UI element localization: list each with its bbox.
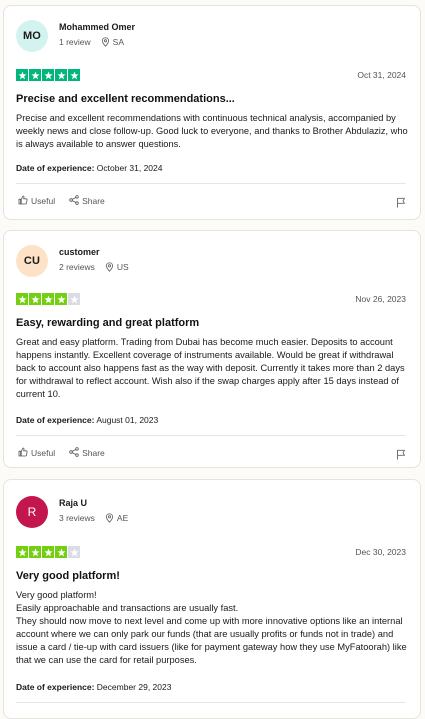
review-body: Very good platform! Easily approachable … [16, 589, 408, 667]
reviews-feed: MO Mohammed Omer 1 review SA Oct 31, 202… [0, 0, 425, 719]
experience-label: Date of experience: [16, 415, 95, 425]
star-icon [68, 69, 80, 81]
star-empty-icon [68, 546, 80, 558]
experience-value: August 01, 2023 [96, 415, 159, 425]
review-date: Oct 31, 2024 [357, 70, 406, 80]
star-icon [29, 69, 41, 81]
avatar[interactable]: MO [16, 20, 48, 52]
star-icon [42, 293, 54, 305]
reviewer-country: AE [116, 513, 129, 523]
experience-label: Date of experience: [16, 163, 95, 173]
review-count: 2 reviews [59, 262, 95, 272]
experience-date: Date of experience: December 29, 2023 [16, 682, 171, 692]
star-icon [16, 69, 28, 81]
review-actions: Useful Share [18, 447, 105, 459]
review-paragraph: Easily approachable and transactions are… [16, 603, 239, 613]
review-date: Dec 30, 2023 [355, 547, 406, 557]
star-icon [55, 69, 67, 81]
divider [16, 183, 406, 184]
star-empty-icon [68, 293, 80, 305]
share-icon [69, 447, 79, 459]
star-icon [16, 546, 28, 558]
review-paragraph: They should now move to next level and c… [16, 616, 407, 665]
avatar[interactable]: CU [16, 245, 48, 277]
location-pin-icon [101, 37, 110, 47]
review-paragraph: Great and easy platform. Trading from Du… [16, 337, 405, 399]
location-pin-icon [105, 262, 114, 272]
experience-date: Date of experience: August 01, 2023 [16, 415, 158, 425]
review-paragraph: Very good platform! [16, 590, 97, 600]
star-icon [29, 293, 41, 305]
share-button[interactable]: Share [69, 447, 105, 459]
thumbs-up-icon [18, 447, 28, 459]
reviewer-name[interactable]: Mohammed Omer [59, 22, 135, 32]
review-card: MO Mohammed Omer 1 review SA Oct 31, 202… [3, 5, 421, 220]
star-rating [16, 69, 80, 81]
review-paragraph: Precise and excellent recommendations wi… [16, 113, 408, 149]
experience-label: Date of experience: [16, 682, 95, 692]
reviewer-country: US [116, 262, 129, 272]
star-rating [16, 546, 80, 558]
review-body: Great and easy platform. Trading from Du… [16, 336, 408, 401]
review-title[interactable]: Very good platform! [16, 570, 120, 582]
share-icon [69, 195, 79, 207]
share-label: Share [82, 448, 105, 458]
review-title[interactable]: Easy, rewarding and great platform [16, 317, 199, 329]
review-card: R Raja U 3 reviews AE Dec 30, 2023 Very … [3, 479, 421, 719]
avatar[interactable]: R [16, 496, 48, 528]
review-body: Precise and excellent recommendations wi… [16, 112, 408, 151]
review-date: Nov 26, 2023 [355, 294, 406, 304]
share-button[interactable]: Share [69, 195, 105, 207]
thumbs-up-icon [18, 195, 28, 207]
experience-date: Date of experience: October 31, 2024 [16, 163, 162, 173]
experience-value: October 31, 2024 [96, 163, 163, 173]
divider [16, 702, 406, 703]
share-label: Share [82, 196, 105, 206]
star-icon [42, 546, 54, 558]
star-icon [29, 546, 41, 558]
star-icon [42, 69, 54, 81]
flag-icon[interactable] [396, 195, 406, 213]
star-icon [16, 293, 28, 305]
review-card: CU customer 2 reviews US Nov 26, 2023 Ea… [3, 230, 421, 468]
review-actions: Useful Share [18, 195, 105, 207]
divider [16, 435, 406, 436]
review-count: 3 reviews [59, 513, 95, 523]
location-pin-icon [105, 513, 114, 523]
review-count: 1 review [59, 37, 91, 47]
star-icon [55, 293, 67, 305]
useful-label: Useful [31, 196, 56, 206]
useful-button[interactable]: Useful [18, 195, 55, 207]
reviewer-name[interactable]: customer [59, 247, 129, 257]
star-icon [55, 546, 67, 558]
star-rating [16, 293, 80, 305]
useful-button[interactable]: Useful [18, 447, 55, 459]
review-title[interactable]: Precise and excellent recommendations... [16, 93, 235, 105]
useful-label: Useful [31, 448, 56, 458]
flag-icon[interactable] [396, 447, 406, 465]
reviewer-country: SA [112, 37, 124, 47]
reviewer-name[interactable]: Raja U [59, 498, 128, 508]
experience-value: December 29, 2023 [96, 682, 172, 692]
